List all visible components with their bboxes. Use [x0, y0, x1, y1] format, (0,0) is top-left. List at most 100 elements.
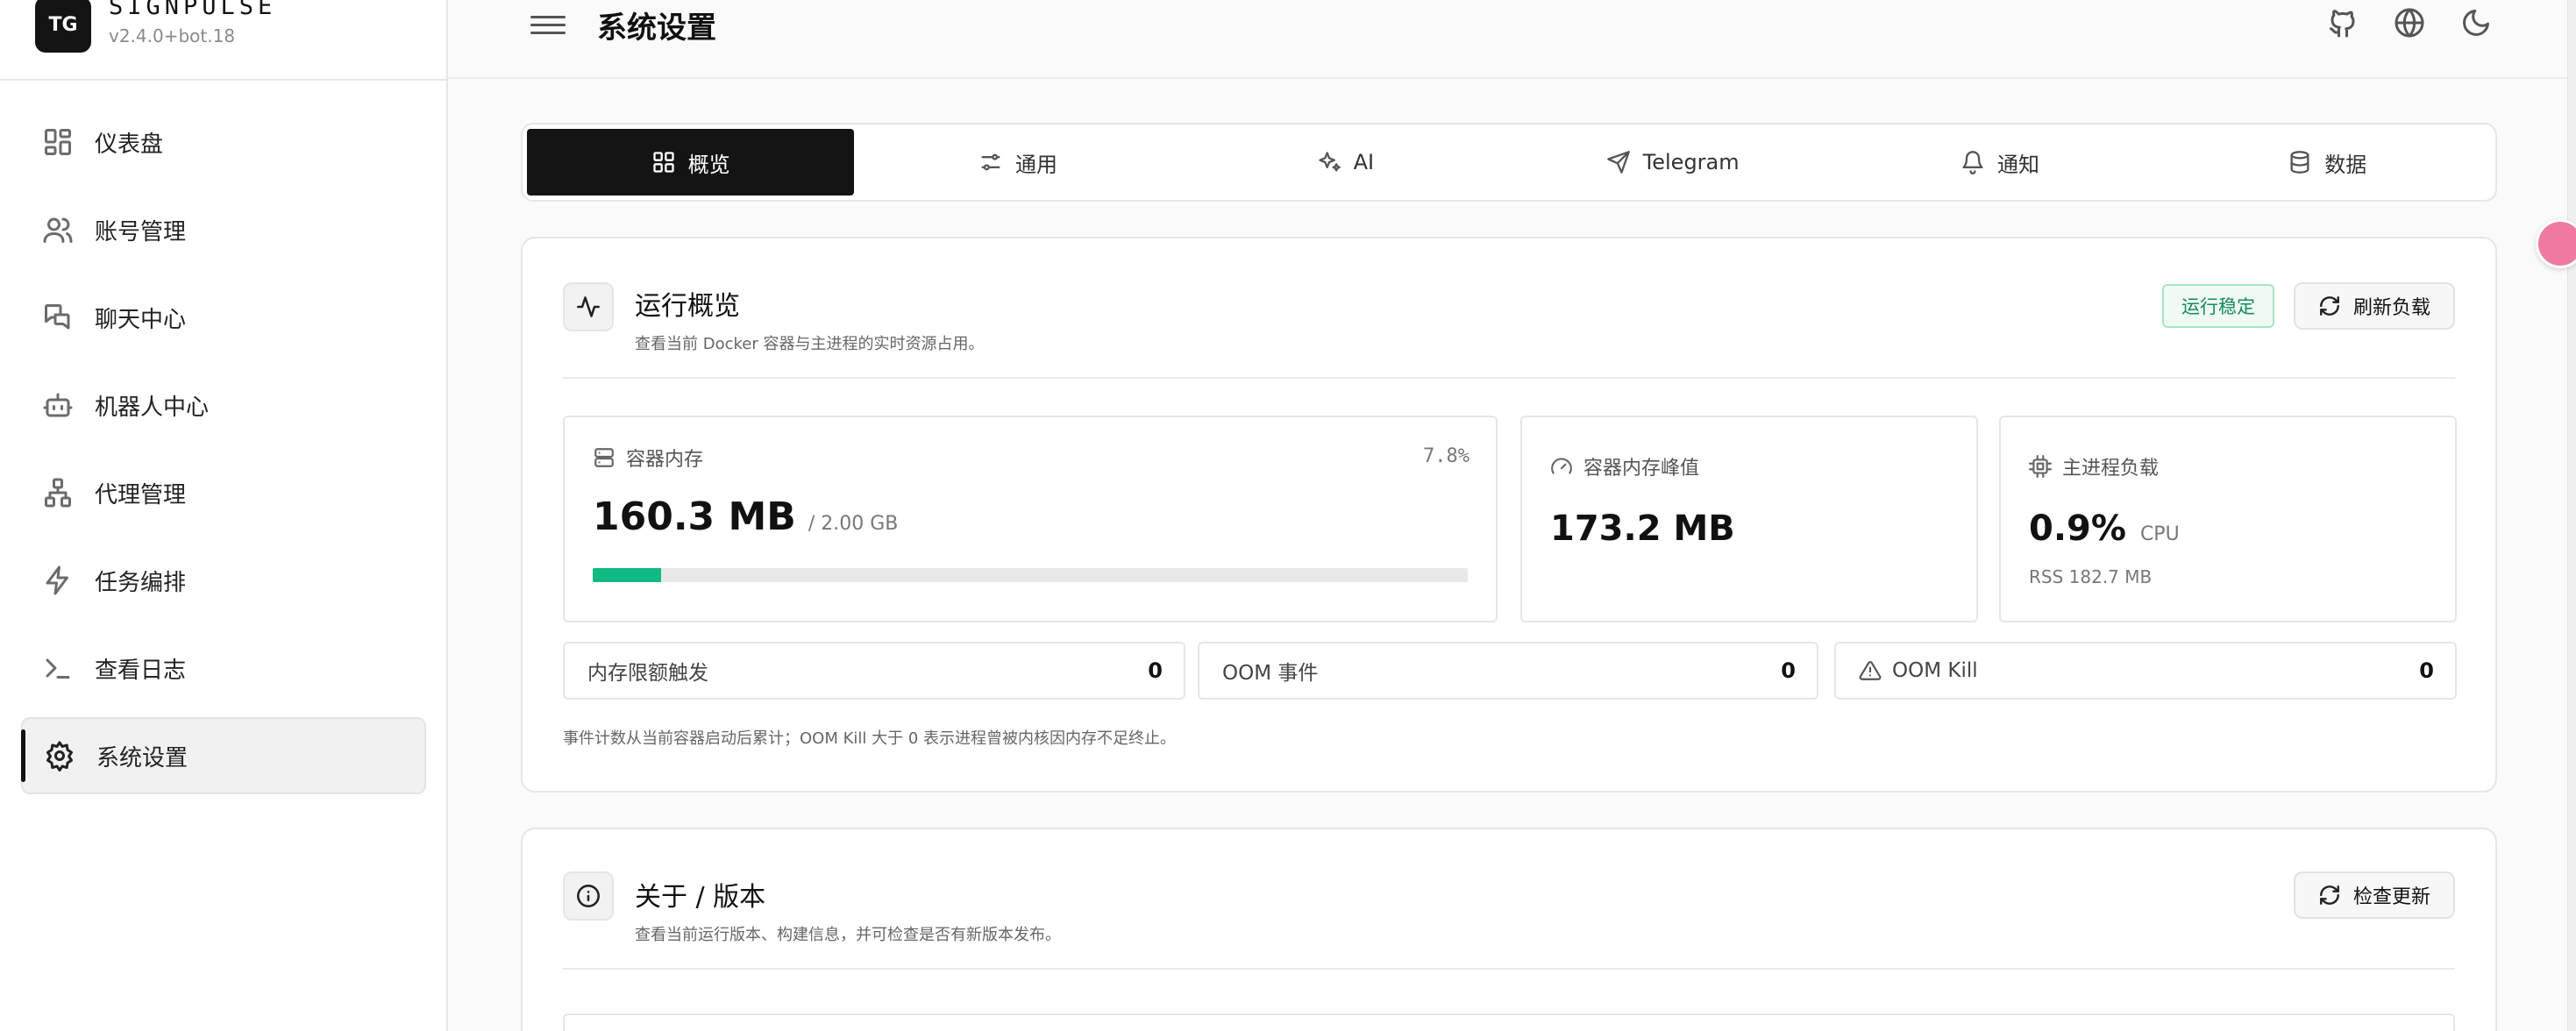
- refresh-icon: [2320, 885, 2339, 905]
- counter-label: 内存限额触发: [587, 662, 708, 685]
- oom-kill-counter: OOM Kill 0: [1834, 642, 2457, 700]
- moon-icon[interactable]: [2460, 7, 2492, 39]
- info-icon: [577, 885, 600, 907]
- menu-toggle-button[interactable]: [530, 11, 566, 40]
- memory-percent: 7.8%: [1423, 445, 1469, 467]
- brand-version: v2.4.0+bot.18: [109, 25, 236, 46]
- sidebar-item-label: 账号管理: [95, 218, 187, 245]
- topbar: 系统设置: [448, 0, 2576, 79]
- grid-icon: [652, 152, 674, 173]
- counter-label: OOM Kill: [1892, 659, 1978, 682]
- sidebar-item-logs[interactable]: 查看日志: [21, 629, 426, 707]
- version-info-panel: [563, 1013, 2455, 1031]
- gear-icon: [46, 741, 73, 771]
- sidebar-nav: 仪表盘 账号管理 聊天中心 机器人中心 代理管理 任务编排 查看日志 系统设置: [21, 103, 426, 805]
- memory-peak-stat: 容器内存峰值 173.2 MB: [1520, 416, 1978, 622]
- sidebar-item-tasks[interactable]: 任务编排: [21, 542, 426, 619]
- card-title: 运行概览: [635, 291, 740, 322]
- tab-ai[interactable]: AI: [1182, 129, 1509, 196]
- card-description: 查看当前运行版本、构建信息，并可检查是否有新版本发布。: [635, 926, 1061, 944]
- sidebar-item-accounts[interactable]: 账号管理: [21, 191, 426, 268]
- activity-icon-box: [563, 282, 614, 331]
- users-icon: [43, 217, 73, 243]
- stat-header: 主进程负载: [2029, 452, 2159, 480]
- card-divider: [563, 968, 2455, 970]
- refresh-icon: [2320, 296, 2339, 316]
- tab-label: 通知: [1996, 152, 2039, 177]
- tab-general[interactable]: 通用: [854, 129, 1181, 196]
- tab-data[interactable]: 数据: [2164, 129, 2491, 196]
- activity-icon: [577, 296, 600, 317]
- sliders-icon: [981, 153, 1000, 171]
- settings-tabs: 概览 通用 AI Telegram 通知 数据: [521, 123, 2497, 202]
- page-title: 系统设置: [597, 11, 716, 46]
- network-icon: [45, 478, 71, 508]
- oom-event-counter: OOM 事件 0: [1198, 642, 1818, 700]
- send-icon: [1606, 151, 1630, 174]
- sidebar-item-label: 系统设置: [96, 744, 189, 771]
- sparkles-icon: [1318, 152, 1341, 172]
- sidebar-item-settings[interactable]: 系统设置: [21, 717, 426, 794]
- logo: TG: [35, 0, 91, 53]
- cpu-value: 0.9%: [2029, 508, 2126, 549]
- warning-icon: [1859, 661, 1882, 680]
- header-actions: [2327, 7, 2492, 39]
- memory-limit-trigger-counter: 内存限额触发 0: [563, 642, 1185, 700]
- tab-notifications[interactable]: 通知: [1836, 129, 2163, 196]
- brand-name: SIGNPULSE: [109, 0, 277, 20]
- lightning-icon: [46, 565, 68, 595]
- sidebar-item-label: 聊天中心: [95, 306, 187, 333]
- scrollbar[interactable]: [2567, 0, 2576, 1031]
- github-icon[interactable]: [2327, 7, 2359, 39]
- sidebar-item-dashboard[interactable]: 仪表盘: [21, 103, 426, 181]
- sidebar-divider: [0, 79, 446, 81]
- memory-progress-fill: [593, 568, 661, 582]
- tab-label: 概览: [687, 152, 730, 177]
- sidebar-item-label: 代理管理: [95, 481, 187, 508]
- memory-limit: / 2.00 GB: [808, 513, 899, 535]
- counter-value: 0: [1781, 658, 1796, 683]
- container-memory-stat: 容器内存 7.8% 160.3 MB / 2.00 GB: [563, 416, 1498, 622]
- memory-value: 160.3 MB: [593, 494, 796, 539]
- counter-value: 0: [2419, 658, 2434, 683]
- counter-label: OOM 事件: [1222, 662, 1319, 685]
- stat-label: 容器内存峰值: [1583, 458, 1700, 480]
- chat-icon: [45, 304, 70, 330]
- memory-progress-bar: [593, 568, 1468, 582]
- tab-label: 通用: [1014, 152, 1057, 177]
- runtime-overview-card: 运行概览 查看当前 Docker 容器与主进程的实时资源占用。 运行稳定 刷新负…: [521, 237, 2497, 793]
- counter-value: 0: [1148, 658, 1163, 683]
- main-process-load-stat: 主进程负载 0.9% CPU RSS 182.7 MB: [1999, 416, 2457, 622]
- rss-value: RSS 182.7 MB: [2029, 566, 2153, 587]
- memory-peak-value: 173.2 MB: [1550, 508, 1735, 549]
- gauge-icon: [1551, 458, 1572, 474]
- tab-label: 数据: [2324, 152, 2367, 177]
- server-icon: [594, 448, 614, 467]
- sidebar-item-chat[interactable]: 聊天中心: [21, 279, 426, 356]
- globe-icon[interactable]: [2394, 7, 2425, 39]
- floating-assistant-button[interactable]: [2536, 219, 2576, 268]
- stat-label: 主进程负载: [2062, 458, 2160, 480]
- cpu-icon: [2029, 455, 2052, 478]
- bot-icon: [43, 393, 73, 417]
- tab-overview[interactable]: 概览: [527, 129, 855, 196]
- card-description: 查看当前 Docker 容器与主进程的实时资源占用。: [635, 335, 985, 353]
- stat-header: 容器内存峰值: [1550, 452, 1699, 480]
- footnote: 事件计数从当前容器启动后累计；OOM Kill 大于 0 表示进程曾被内核因内存…: [563, 729, 1177, 748]
- sidebar-item-label: 机器人中心: [95, 394, 210, 421]
- brand[interactable]: TG SIGNPULSE v2.4.0+bot.18: [35, 0, 276, 75]
- sidebar-item-bots[interactable]: 机器人中心: [21, 366, 426, 444]
- sidebar-item-proxy[interactable]: 代理管理: [21, 454, 426, 531]
- sidebar: TG SIGNPULSE v2.4.0+bot.18 仪表盘 账号管理 聊天中心…: [0, 0, 448, 1031]
- database-icon: [2290, 151, 2309, 174]
- refresh-load-button[interactable]: 刷新负载: [2293, 282, 2455, 330]
- about-version-card: 关于 / 版本 查看当前运行版本、构建信息，并可检查是否有新版本发布。 检查更新: [521, 828, 2497, 1031]
- tab-telegram[interactable]: Telegram: [1509, 129, 1836, 196]
- stat-header: 容器内存: [593, 444, 703, 472]
- sidebar-item-label: 任务编排: [95, 569, 187, 596]
- status-badge: 运行稳定: [2162, 284, 2274, 328]
- card-divider: [563, 377, 2455, 379]
- check-update-button[interactable]: 检查更新: [2293, 871, 2455, 919]
- refresh-load-label: 刷新负载: [2352, 297, 2430, 319]
- cpu-unit: CPU: [2139, 523, 2180, 545]
